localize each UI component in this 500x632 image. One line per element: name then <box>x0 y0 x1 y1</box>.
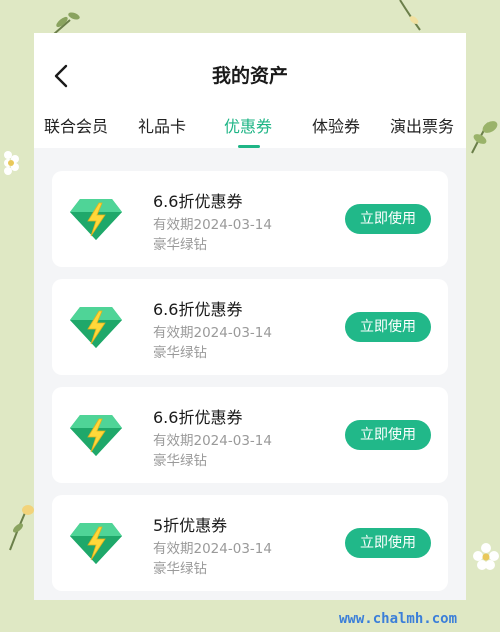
use-now-button[interactable]: 立即使用 <box>345 528 431 558</box>
coupon-type: 豪华绿钻 <box>153 345 207 361</box>
coupon-expiry: 有效期2024-03-14 <box>153 325 272 341</box>
leaf-decoration-right <box>471 121 498 154</box>
green-diamond-lightning-icon <box>70 415 122 456</box>
coupon-name: 5折优惠券 <box>153 516 228 535</box>
use-now-button[interactable]: 立即使用 <box>345 420 431 450</box>
app-screen: 我的资产 联合会员 礼品卡 优惠券 体验券 演出票务 6.6折优惠券 有效期20… <box>34 33 466 600</box>
coupon-expiry: 有效期2024-03-14 <box>153 541 272 557</box>
coupon-name: 6.6折优惠券 <box>153 408 243 427</box>
tab-bar: 联合会员 礼品卡 优惠券 体验券 演出票务 <box>34 113 466 147</box>
flower-decoration <box>4 151 19 175</box>
coupon-expiry: 有效期2024-03-14 <box>153 217 272 233</box>
tab-coupons[interactable]: 优惠券 <box>224 113 272 137</box>
use-now-button[interactable]: 立即使用 <box>345 312 431 342</box>
coupon-type: 豪华绿钻 <box>153 453 207 469</box>
coupon-card: 6.6折优惠券 有效期2024-03-14 豪华绿钻 立即使用 <box>52 387 448 483</box>
flower-decoration-right <box>473 543 499 570</box>
coupon-card: 6.6折优惠券 有效期2024-03-14 豪华绿钻 立即使用 <box>52 171 448 267</box>
coupon-name: 6.6折优惠券 <box>153 300 243 319</box>
page-header: 我的资产 联合会员 礼品卡 优惠券 体验券 演出票务 <box>34 33 466 148</box>
coupon-card: 5折优惠券 有效期2024-03-14 豪华绿钻 立即使用 <box>52 495 448 591</box>
coupon-expiry: 有效期2024-03-14 <box>153 433 272 449</box>
green-diamond-lightning-icon <box>70 307 122 348</box>
site-watermark: www.chalmh.com <box>339 611 458 627</box>
coupon-type: 豪华绿钻 <box>153 237 207 253</box>
page-title: 我的资产 <box>211 65 288 87</box>
coupon-card: 6.6折优惠券 有效期2024-03-14 豪华绿钻 立即使用 <box>52 279 448 375</box>
branch-decoration <box>399 0 421 31</box>
coupon-type: 豪华绿钻 <box>153 561 207 577</box>
tab-gift-card[interactable]: 礼品卡 <box>138 113 186 137</box>
tab-trial-vouchers[interactable]: 体验券 <box>312 113 360 137</box>
active-tab-indicator <box>238 145 260 148</box>
tab-joint-membership[interactable]: 联合会员 <box>44 113 108 137</box>
green-diamond-lightning-icon <box>70 523 122 564</box>
tab-show-tickets[interactable]: 演出票务 <box>390 113 454 137</box>
use-now-button[interactable]: 立即使用 <box>345 204 431 234</box>
green-diamond-lightning-icon <box>70 199 122 240</box>
branch-decoration-left <box>9 505 34 551</box>
coupon-name: 6.6折优惠券 <box>153 192 243 211</box>
